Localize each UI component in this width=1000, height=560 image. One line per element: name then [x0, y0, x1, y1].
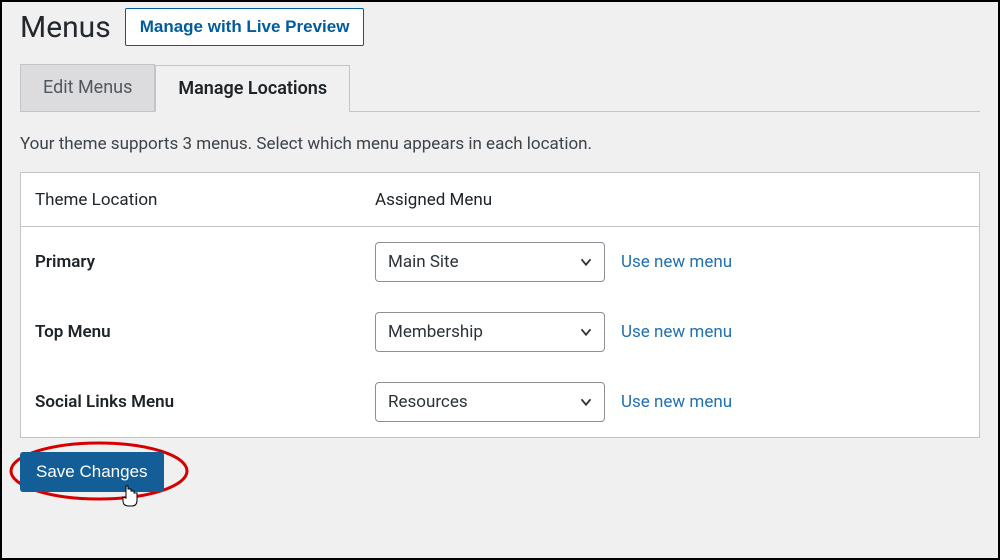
use-new-menu-link[interactable]: Use new menu — [621, 392, 732, 412]
location-label: Top Menu — [35, 322, 375, 342]
tabs: Edit Menus Manage Locations — [20, 64, 980, 112]
header-row: Menus Manage with Live Preview — [20, 8, 980, 46]
table-row: Top Menu Membership Use new menu — [21, 297, 979, 367]
assigned-menu-select-primary[interactable]: Main Site — [375, 242, 605, 282]
locations-table: Theme Location Assigned Menu Primary Mai… — [20, 172, 980, 438]
tab-manage-locations[interactable]: Manage Locations — [155, 65, 350, 112]
submit-row: Save Changes — [20, 452, 980, 492]
helper-text: Your theme supports 3 menus. Select whic… — [20, 134, 980, 154]
use-new-menu-link[interactable]: Use new menu — [621, 322, 732, 342]
table-row: Primary Main Site Use new menu — [21, 227, 979, 297]
menus-screen: Menus Manage with Live Preview Edit Menu… — [0, 0, 1000, 560]
location-label: Primary — [35, 252, 375, 272]
manage-live-preview-button[interactable]: Manage with Live Preview — [125, 8, 365, 46]
table-row: Social Links Menu Resources Use new menu — [21, 367, 979, 437]
assigned-menu-select-top[interactable]: Membership — [375, 312, 605, 352]
location-label: Social Links Menu — [35, 392, 375, 412]
page-title: Menus — [20, 10, 111, 45]
assigned-menu-select-social[interactable]: Resources — [375, 382, 605, 422]
use-new-menu-link[interactable]: Use new menu — [621, 252, 732, 272]
table-header: Theme Location Assigned Menu — [21, 173, 979, 227]
tab-edit-menus[interactable]: Edit Menus — [20, 64, 155, 111]
save-changes-button[interactable]: Save Changes — [20, 452, 164, 492]
col-header-location: Theme Location — [35, 190, 375, 210]
col-header-assigned: Assigned Menu — [375, 190, 492, 210]
